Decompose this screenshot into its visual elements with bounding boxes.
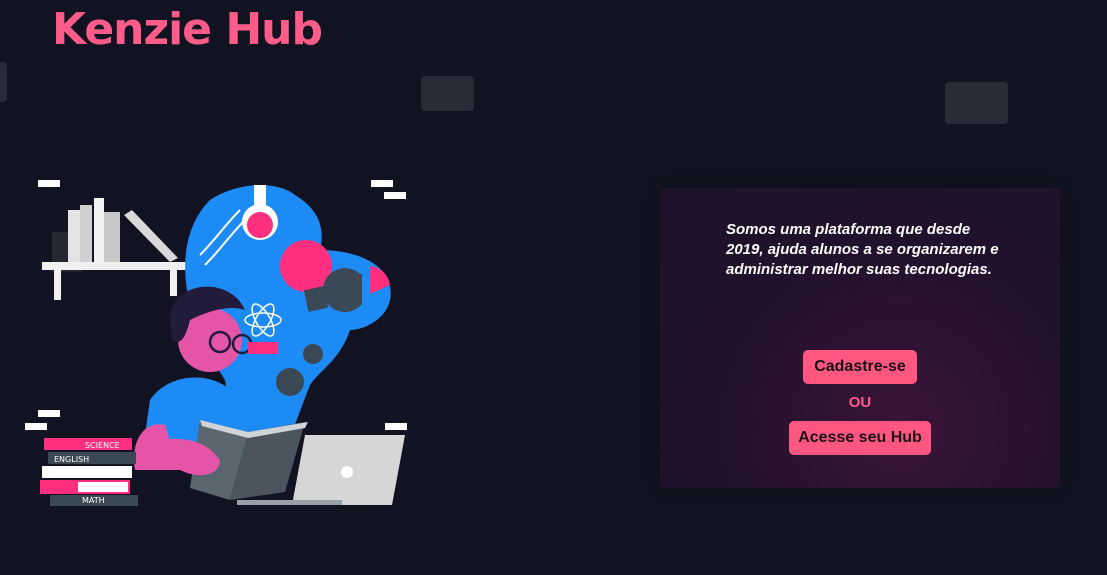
decorative-block	[421, 76, 474, 111]
register-button[interactable]: Cadastre-se	[803, 350, 917, 384]
bookshelf	[42, 198, 192, 300]
decorative-block	[0, 62, 7, 102]
book-label-science: SCIENCE	[85, 441, 120, 450]
dash-decoration	[25, 423, 47, 430]
book-label-english: ENGLISH	[54, 455, 89, 464]
dash-decoration	[38, 410, 60, 417]
hero-card: Somos uma plataforma que desde 2019, aju…	[660, 188, 1060, 488]
dash-decoration	[38, 180, 60, 187]
book-label-math: MATH	[82, 496, 105, 505]
gear-icon	[303, 344, 323, 364]
or-separator: OU	[848, 394, 872, 411]
book-stack: SCIENCE ENGLISH MATH	[40, 438, 138, 506]
gear-icon	[276, 368, 304, 396]
student-studying-illustration: SCIENCE ENGLISH MATH	[25, 180, 407, 506]
dash-decoration	[384, 192, 406, 199]
access-hub-button[interactable]: Acesse seu Hub	[789, 421, 931, 455]
dash-decoration	[385, 423, 407, 430]
dash-decoration	[371, 180, 393, 187]
kenzie-hub-logo: Kenzie Hub	[52, 4, 323, 55]
platform-description: Somos uma plataforma que desde 2019, aju…	[726, 221, 999, 278]
decorative-block	[945, 82, 1008, 124]
